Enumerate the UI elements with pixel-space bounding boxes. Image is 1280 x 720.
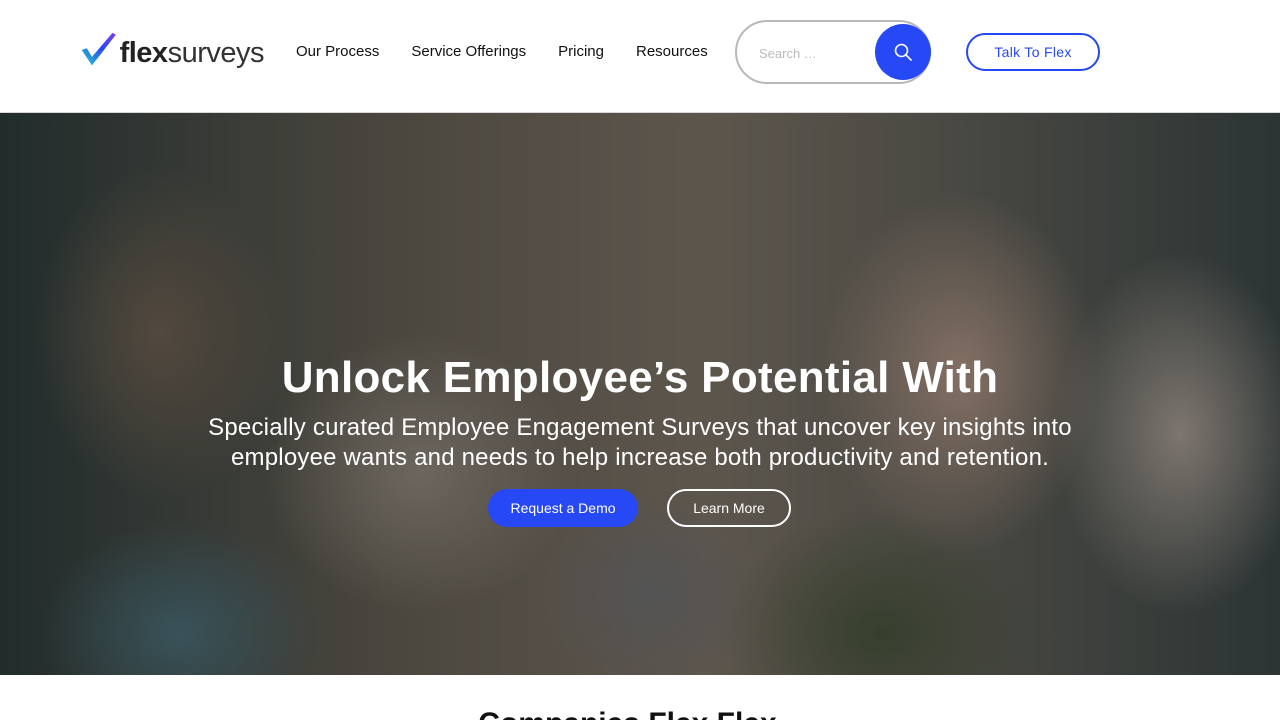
checkmark-logo-icon	[81, 32, 116, 66]
logo-bold-text: flex	[119, 36, 168, 69]
search-button[interactable]	[875, 24, 931, 80]
hero-subtitle: Specially curated Employee Engagement Su…	[208, 414, 1072, 471]
search-icon	[894, 43, 912, 61]
logo-light-text: surveys	[167, 36, 265, 69]
nav-pricing[interactable]: Pricing	[558, 43, 604, 61]
request-demo-button[interactable]: Request a Demo	[488, 489, 638, 527]
logo-wordmark: flexsurveys	[119, 36, 265, 69]
nav-resources[interactable]: Resources	[636, 43, 708, 61]
section-heading: Companies Flex Flex...	[0, 706, 1280, 720]
talk-to-flex-button[interactable]: Talk To Flex	[966, 33, 1100, 71]
flexsurveys-logo[interactable]: flexsurveys	[80, 26, 265, 74]
search-box	[735, 20, 931, 84]
learn-more-button[interactable]: Learn More	[667, 489, 791, 527]
nav-our-process[interactable]: Our Process	[296, 43, 379, 61]
site-header: flexsurveys Our Process Service Offering…	[0, 0, 1280, 113]
nav-service-offerings[interactable]: Service Offerings	[411, 43, 526, 61]
main-nav: Our Process Service Offerings Pricing Re…	[296, 43, 740, 61]
hero-title: Unlock Employee’s Potential With	[281, 353, 999, 402]
search-input[interactable]	[759, 44, 869, 62]
